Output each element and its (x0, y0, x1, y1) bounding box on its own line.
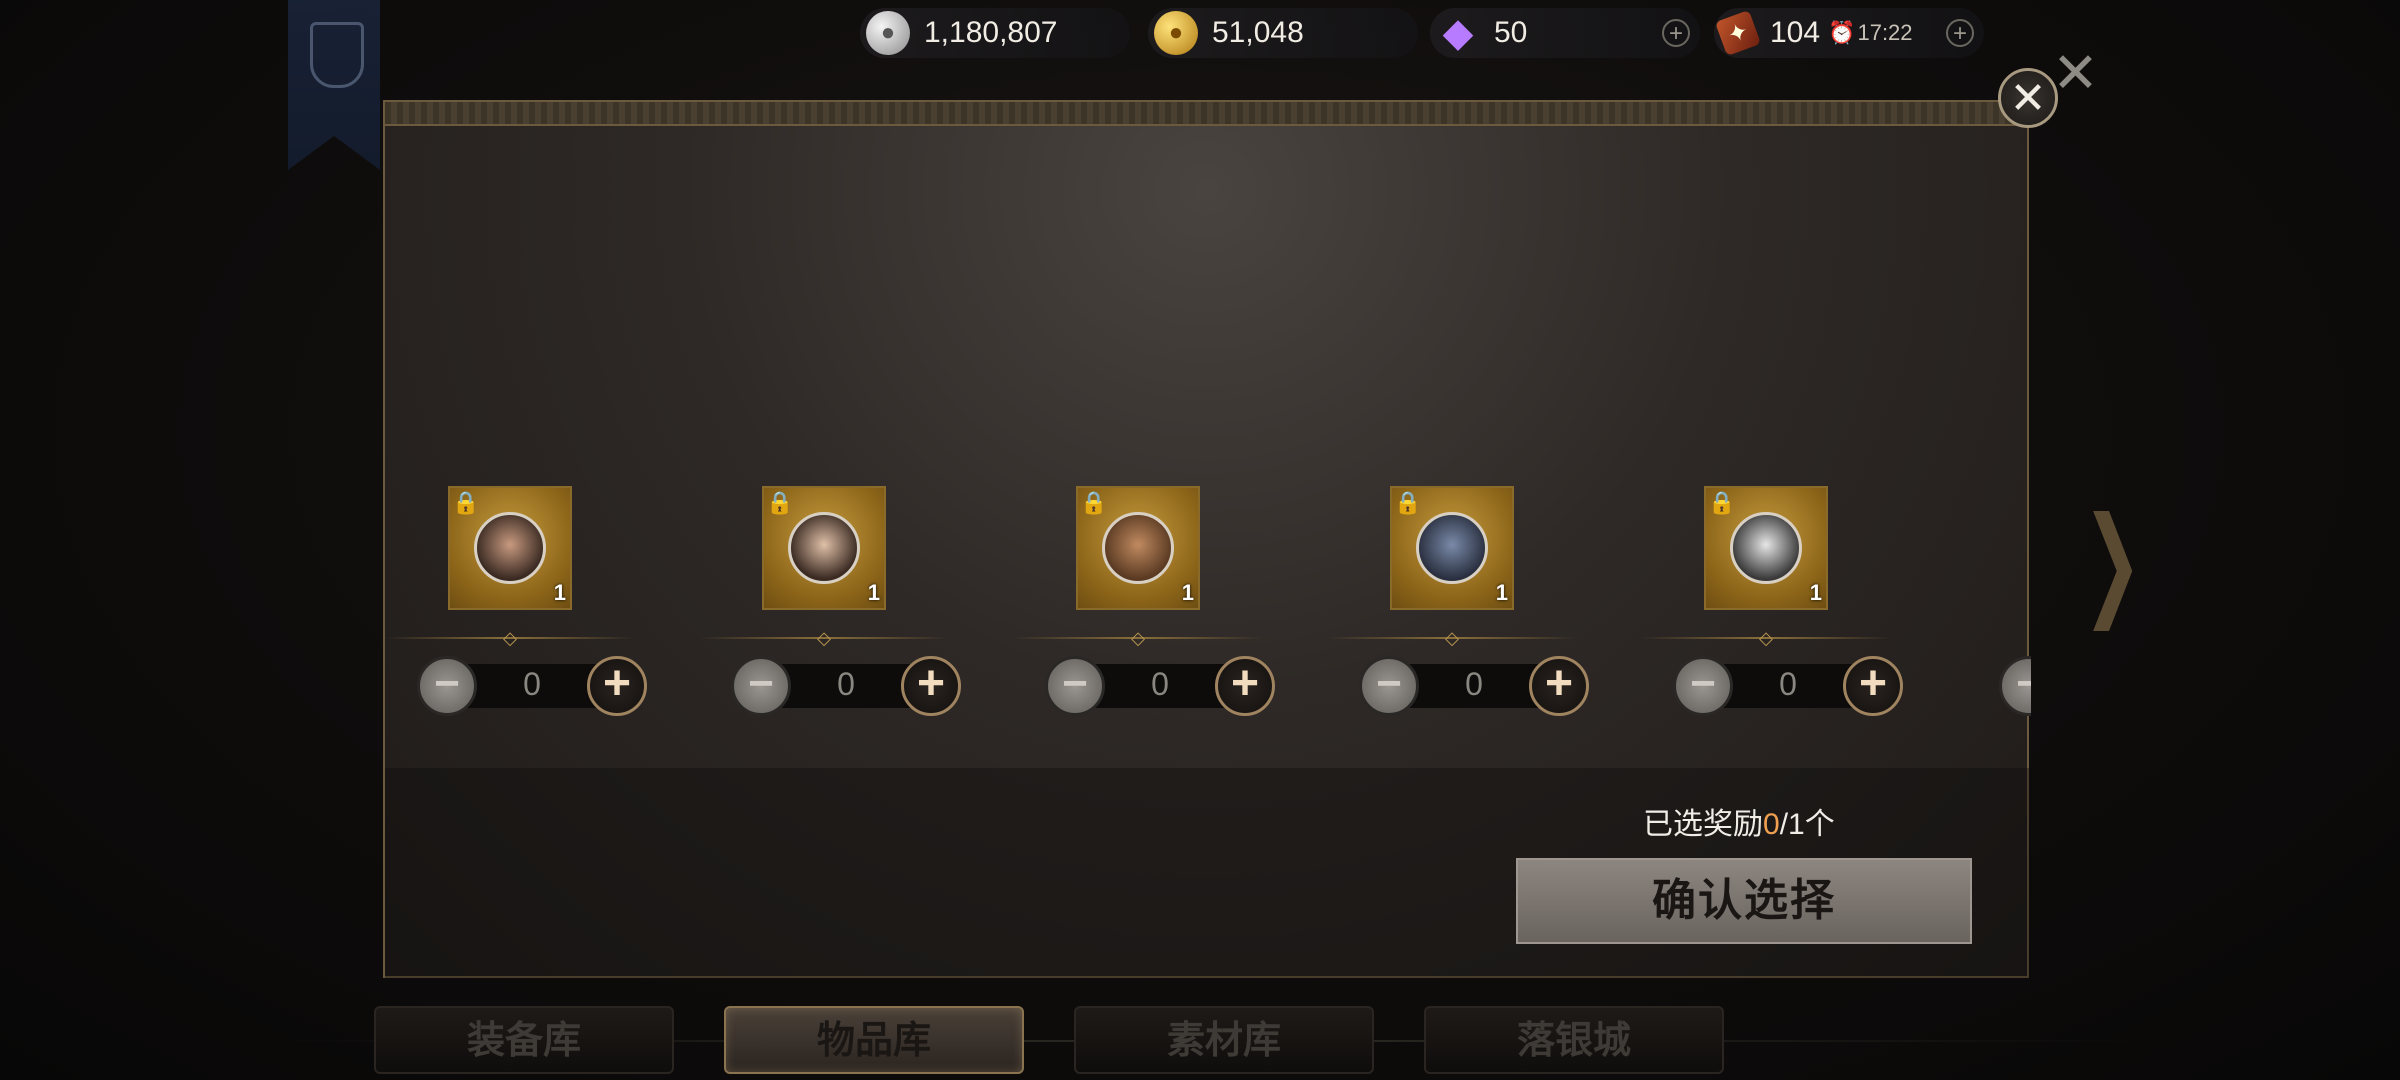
bottom-tabs: 装备库 物品库 素材库 落银城 (0, 1000, 2400, 1080)
reward-item: 🔒 1 ◇ − 0 + (1641, 482, 1903, 742)
clock-icon: ⏰ (1828, 20, 1856, 45)
stamina-timer: 17:22 (1857, 20, 1913, 45)
partial-next-stepper: − (1999, 656, 2031, 716)
quantity-value: 0 (837, 666, 855, 702)
hero-portrait (474, 512, 546, 584)
shield-emblem-icon (310, 22, 364, 88)
guild-banner[interactable] (288, 0, 380, 170)
quantity-value: 0 (523, 666, 541, 702)
reward-item: 🔒 1 ◇ − 0 + (699, 482, 961, 742)
hero-portrait (1416, 512, 1488, 584)
gem-resource: ◆ 50 + (1430, 8, 1700, 58)
tab-equipment[interactable]: 装备库 (374, 1006, 674, 1074)
quantity-stepper: − 0 + (731, 656, 961, 716)
tab-materials[interactable]: 素材库 (1074, 1006, 1374, 1074)
outer-close-icon[interactable]: ✕ (2052, 40, 2099, 106)
item-count: 1 (1495, 580, 1508, 605)
reward-slot[interactable]: 🔒 1 (1076, 486, 1200, 610)
quantity-value: 0 (1465, 666, 1483, 702)
divider-ornament-icon: ◇ (503, 628, 517, 648)
quantity-stepper: − 0 + (1673, 656, 1903, 716)
reward-slot[interactable]: 🔒 1 (448, 486, 572, 610)
increase-button[interactable]: + (1843, 656, 1903, 716)
selected-label: 已选奖励 (1643, 808, 1763, 841)
add-stamina-button[interactable]: + (1946, 19, 1974, 47)
panel-top-border (385, 102, 2027, 126)
decrease-button[interactable]: − (731, 656, 791, 716)
quantity-value: 0 (1779, 666, 1797, 702)
gold-value: 51,048 (1212, 16, 1304, 49)
decrease-button[interactable]: − (1673, 656, 1733, 716)
divider-ornament-icon: ◇ (1131, 628, 1145, 648)
selected-total: /1个 (1779, 808, 1835, 841)
lock-icon: 🔒 (1708, 490, 1736, 515)
increase-button[interactable]: + (587, 656, 647, 716)
quantity-stepper: − 0 + (1359, 656, 1589, 716)
selected-rewards-text: 已选奖励0/1个 (1643, 799, 1835, 843)
gem-value: 50 (1494, 16, 1528, 49)
decrease-button[interactable]: − (1045, 656, 1105, 716)
quantity-stepper: − 0 + (1045, 656, 1275, 716)
gold-resource: ● 51,048 (1148, 8, 1418, 58)
reward-item: 🔒 1 ◇ − 0 + (385, 482, 647, 742)
quantity-value: 0 (1151, 666, 1169, 702)
stamina-value: 104 (1770, 16, 1821, 49)
divider-ornament-icon: ◇ (817, 628, 831, 648)
chevron-right-icon[interactable]: ❯ (2082, 492, 2142, 631)
item-count: 1 (553, 580, 566, 605)
item-count: 1 (1181, 580, 1194, 605)
reward-items: 🔒 1 ◇ − 0 + 🔒 1 ◇ − 0 + 🔒 1 ◇ − 0 + 🔒 1 … (385, 482, 2031, 842)
lock-icon: 🔒 (766, 490, 794, 515)
confirm-button[interactable]: 确认选择 (1516, 858, 1972, 944)
item-count: 1 (1809, 580, 1822, 605)
tab-items[interactable]: 物品库 (724, 1006, 1024, 1074)
lock-icon: 🔒 (1394, 490, 1422, 515)
reward-slot[interactable]: 🔒 1 (762, 486, 886, 610)
silver-coin-icon: ● (866, 11, 910, 55)
increase-button[interactable]: + (1529, 656, 1589, 716)
reward-slot[interactable]: 🔒 1 (1390, 486, 1514, 610)
game-screen: ● 1,180,807 ● 51,048 ◆ 50 + ✦ 104 ⏰ 17:2… (0, 0, 2400, 1080)
reward-slot[interactable]: 🔒 1 (1704, 486, 1828, 610)
hero-portrait (1730, 512, 1802, 584)
silver-value: 1,180,807 (924, 16, 1058, 49)
lock-icon: 🔒 (1080, 490, 1108, 515)
reward-item: 🔒 1 ◇ − 0 + (1327, 482, 1589, 742)
decrease-button[interactable]: − (1999, 656, 2031, 716)
decrease-button[interactable]: − (417, 656, 477, 716)
silver-resource: ● 1,180,807 (860, 8, 1130, 58)
increase-button[interactable]: + (1215, 656, 1275, 716)
item-count: 1 (867, 580, 880, 605)
reward-select-panel: 🔒 1 ◇ − 0 + 🔒 1 ◇ − 0 + 🔒 1 ◇ − 0 + 🔒 1 … (383, 100, 2031, 978)
lock-icon: 🔒 (452, 490, 480, 515)
reward-item: 🔒 1 ◇ − 0 + (1013, 482, 1275, 742)
quantity-stepper: − 0 + (417, 656, 647, 716)
add-gem-button[interactable]: + (1662, 19, 1690, 47)
hero-portrait (788, 512, 860, 584)
increase-button[interactable]: + (901, 656, 961, 716)
book-icon: ✦ (1714, 9, 1762, 57)
divider-ornament-icon: ◇ (1445, 628, 1459, 648)
decrease-button[interactable]: − (1359, 656, 1419, 716)
divider-ornament-icon: ◇ (1759, 628, 1773, 648)
close-icon[interactable]: ✕ (1998, 68, 2058, 128)
stamina-resource: ✦ 104 ⏰ 17:22 + (1714, 8, 1984, 58)
gold-coin-icon: ● (1154, 11, 1198, 55)
diamond-icon: ◆ (1442, 11, 1474, 55)
tab-luoyin-city[interactable]: 落银城 (1424, 1006, 1724, 1074)
selected-count: 0 (1763, 808, 1780, 841)
hero-portrait (1102, 512, 1174, 584)
